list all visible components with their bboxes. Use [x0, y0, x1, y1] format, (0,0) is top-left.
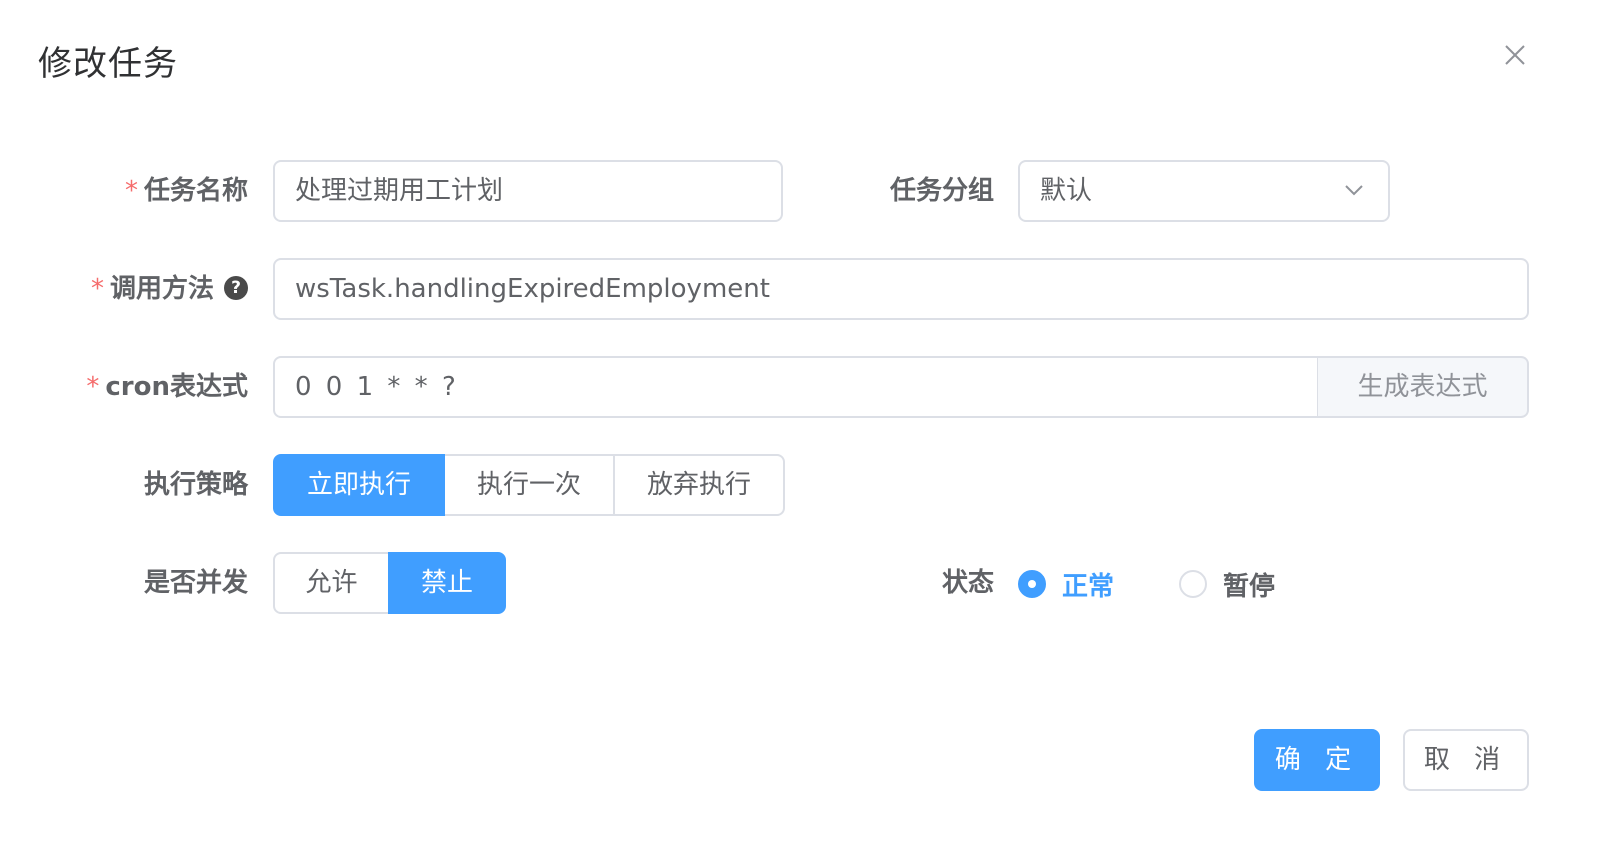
status-radio-normal[interactable]: 正常	[1018, 567, 1115, 602]
status-radio-paused-label: 暂停	[1223, 571, 1276, 602]
status-label: 状态	[941, 568, 994, 598]
required-marker: *	[90, 274, 104, 304]
generate-cron-button[interactable]: 生成表达式	[1318, 356, 1529, 418]
dialog-title: 修改任务	[38, 44, 178, 84]
concurrent-group: 允许 禁止	[273, 552, 506, 614]
invoke-target-input[interactable]: wsTask.handlingExpiredEmployment	[273, 258, 1529, 320]
job-group-label: 任务分组	[889, 176, 994, 206]
concurrent-option-forbid[interactable]: 禁止	[388, 552, 506, 614]
close-icon[interactable]	[1500, 40, 1530, 70]
cron-label-text: cron表达式	[105, 372, 248, 402]
misfire-policy-label: 执行策略	[143, 470, 248, 500]
radio-unchecked-icon	[1179, 570, 1207, 598]
misfire-option-immediate[interactable]: 立即执行	[273, 454, 445, 516]
radio-checked-icon	[1018, 570, 1046, 598]
status-radio-paused[interactable]: 暂停	[1179, 567, 1276, 602]
confirm-button[interactable]: 确 定	[1254, 729, 1380, 791]
cancel-button[interactable]: 取 消	[1403, 729, 1529, 791]
chevron-down-icon	[1345, 185, 1363, 196]
cron-label: * cron表达式	[60, 372, 248, 402]
status-radio-normal-label: 正常	[1062, 571, 1115, 602]
question-circle-icon[interactable]: ?	[224, 276, 248, 300]
job-name-label: * 任务名称	[100, 176, 248, 206]
required-marker: *	[86, 372, 100, 402]
concurrent-option-allow[interactable]: 允许	[273, 552, 390, 614]
invoke-target-label-text: 调用方法	[109, 274, 214, 304]
job-name-input[interactable]: 处理过期用工计划	[273, 160, 783, 222]
job-group-select[interactable]: 默认	[1018, 160, 1390, 222]
cron-expression-input[interactable]: 0 0 1 * * ?	[273, 356, 1319, 418]
required-marker: *	[124, 176, 138, 206]
misfire-option-once[interactable]: 执行一次	[443, 454, 615, 516]
misfire-policy-group: 立即执行 执行一次 放弃执行	[273, 454, 785, 516]
job-name-label-text: 任务名称	[143, 176, 248, 206]
misfire-option-abandon[interactable]: 放弃执行	[613, 454, 785, 516]
invoke-target-label: * 调用方法?	[60, 274, 248, 304]
job-group-value: 默认	[1040, 176, 1093, 206]
concurrent-label: 是否并发	[143, 568, 248, 598]
